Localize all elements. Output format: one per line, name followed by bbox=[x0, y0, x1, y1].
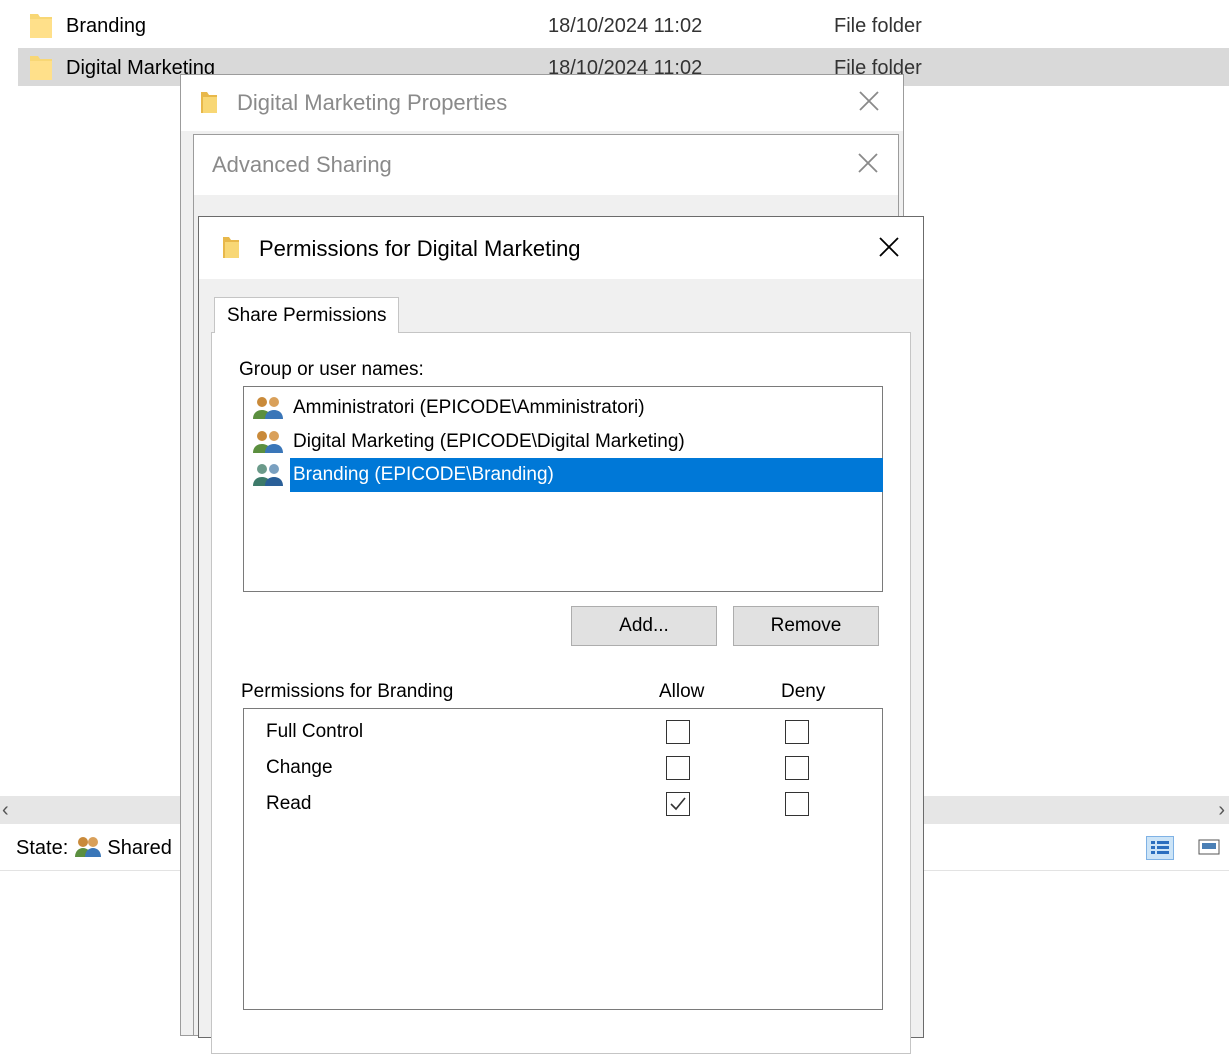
user-name: Branding (EPICODE\Branding) bbox=[290, 458, 883, 492]
folder-icon bbox=[223, 236, 239, 258]
permissions-dialog: Permissions for Digital Marketing Group … bbox=[198, 216, 924, 1054]
user-group-icon bbox=[252, 396, 286, 420]
user-list[interactable]: Amministratori (EPICODE\Amministratori) … bbox=[243, 386, 883, 592]
allow-checkbox[interactable] bbox=[666, 720, 690, 744]
user-group-icon bbox=[252, 463, 286, 487]
shared-users-icon bbox=[74, 837, 101, 857]
tab-panel: Group or user names: Amministratori (EPI… bbox=[211, 332, 911, 1054]
dialog-title: Digital Marketing Properties bbox=[237, 90, 508, 115]
permission-row-read: Read bbox=[266, 789, 866, 819]
deny-checkbox[interactable] bbox=[785, 756, 809, 780]
permission-row-change: Change bbox=[266, 753, 866, 783]
folder-icon bbox=[30, 54, 52, 80]
permission-name: Full Control bbox=[266, 721, 364, 742]
share-state: State: Shared bbox=[16, 834, 172, 862]
permissions-for-label: Permissions for Branding bbox=[241, 681, 454, 702]
permissions-list: Full Control Change Read bbox=[243, 708, 883, 1010]
file-type: File folder bbox=[834, 15, 922, 37]
user-name: Amministratori (EPICODE\Amministratori) bbox=[293, 397, 645, 418]
scroll-right-icon[interactable]: › bbox=[1218, 796, 1225, 824]
file-row-branding[interactable]: Branding 18/10/2024 11:02 File folder bbox=[18, 7, 1229, 45]
allow-checkbox[interactable] bbox=[666, 756, 690, 780]
permission-row-full-control: Full Control bbox=[266, 717, 866, 747]
folder-icon bbox=[30, 12, 52, 38]
folder-icon bbox=[201, 91, 217, 113]
list-item-selected[interactable]: Branding (EPICODE\Branding) bbox=[252, 458, 883, 492]
state-value: Shared bbox=[107, 837, 172, 859]
remove-button[interactable]: Remove bbox=[733, 606, 879, 646]
close-icon[interactable] bbox=[856, 151, 886, 181]
deny-column-header: Deny bbox=[781, 681, 826, 702]
large-icons-view-icon[interactable] bbox=[1196, 836, 1222, 858]
allow-checkbox-checked[interactable] bbox=[666, 792, 690, 816]
file-name: Branding bbox=[66, 15, 147, 37]
deny-checkbox[interactable] bbox=[785, 720, 809, 744]
allow-column-header: Allow bbox=[659, 681, 705, 702]
details-view-icon[interactable] bbox=[1146, 836, 1174, 860]
checkmark-icon bbox=[670, 797, 686, 811]
user-name: Digital Marketing (EPICODE\Digital Marke… bbox=[293, 431, 685, 452]
close-icon[interactable] bbox=[857, 89, 887, 119]
state-label: State: bbox=[16, 837, 69, 859]
dialog-body: Group or user names: Amministratori (EPI… bbox=[199, 279, 923, 1054]
list-item[interactable]: Amministratori (EPICODE\Amministratori) bbox=[252, 391, 882, 425]
add-button[interactable]: Add... bbox=[571, 606, 717, 646]
dialog-title: Permissions for Digital Marketing bbox=[259, 236, 581, 261]
permission-name: Change bbox=[266, 757, 333, 778]
list-item[interactable]: Digital Marketing (EPICODE\Digital Marke… bbox=[252, 425, 882, 459]
close-icon[interactable] bbox=[877, 235, 907, 265]
group-label: Group or user names: bbox=[239, 359, 424, 380]
dialog-title: Advanced Sharing bbox=[212, 152, 392, 177]
permission-name: Read bbox=[266, 793, 312, 814]
user-group-icon bbox=[252, 430, 286, 454]
scroll-left-icon[interactable]: ‹ bbox=[2, 796, 9, 824]
tab-share-permissions[interactable]: Share Permissions bbox=[214, 297, 400, 333]
file-date: 18/10/2024 11:02 bbox=[548, 15, 703, 37]
deny-checkbox[interactable] bbox=[785, 792, 809, 816]
